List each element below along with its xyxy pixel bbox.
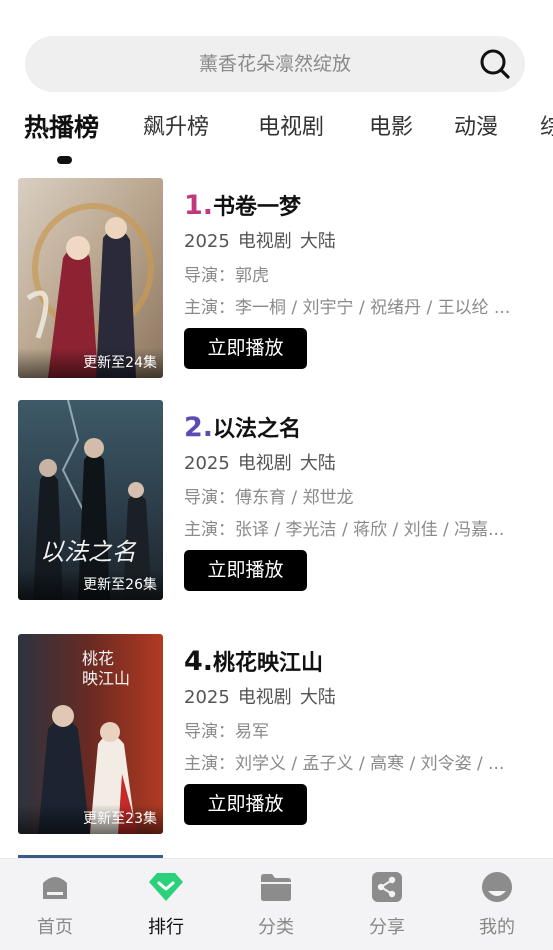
item-title: 以法之名 [213,417,302,442]
list-item[interactable]: 桃花 映江山 更新至23集 4.桃花映江山 2025 电视剧 大陆 导演：易军 主演… [0,634,553,836]
nav-share[interactable]: 分享 [342,871,432,939]
tab-rising[interactable]: 飙升榜 [143,108,209,148]
item-year: 2025 [184,687,230,708]
tab-variety[interactable]: 综 [540,108,553,148]
item-info: 1.书卷一梦 2025 电视剧 大陆 导演：郭虎 主演：李一桐 / 刘宇宁 / 祝绪… [184,190,534,369]
list-item[interactable]: 更新至24集 1.书卷一梦 2025 电视剧 大陆 导演：郭虎 主演：李一桐 / 刘… [0,178,553,380]
poster-image[interactable]: 桃花 映江山 更新至23集 [18,634,163,834]
nav-label: 分类 [258,917,294,938]
item-cast: 主演：李一桐 / 刘宇宁 / 祝绪丹 / 王以纶 ... [184,298,511,318]
item-director: 导演：易军 [184,722,269,742]
item-region: 大陆 [299,687,336,708]
svg-text:以法之名: 以法之名 [40,538,137,566]
poster-image[interactable]: 更新至24集 [18,178,163,378]
home-icon [43,877,67,899]
episode-badge: 更新至24集 [18,348,163,378]
nav-label: 首页 [37,917,73,938]
item-type: 电视剧 [237,231,292,252]
item-director: 导演：郭虎 [184,266,269,286]
item-cast: 主演：张译 / 李光洁 / 蒋欣 / 刘佳 / 冯嘉... [184,520,505,540]
item-year: 2025 [184,231,230,252]
tab-tv-series[interactable]: 电视剧 [258,108,324,148]
poster-image[interactable]: 以法之名 更新至26集 [18,400,163,600]
play-now-button[interactable]: 立即播放 [184,784,307,825]
svg-text:映江山: 映江山 [82,669,130,688]
share-icon [372,872,402,902]
item-title-line[interactable]: 1.书卷一梦 [184,190,534,222]
item-region: 大陆 [299,231,336,252]
nav-profile[interactable]: 我的 [452,871,542,939]
item-title: 书卷一梦 [213,195,302,220]
item-title-line[interactable]: 4.桃花映江山 [184,646,534,678]
category-tabs: 热播榜 飙升榜 电视剧 电影 动漫 综 [0,108,553,168]
episode-badge: 更新至26集 [18,570,163,600]
tab-movies[interactable]: 电影 [369,108,413,148]
item-title: 桃花映江山 [213,651,324,676]
nav-label: 分享 [369,917,405,938]
rank-number: 1. [184,190,214,221]
tab-anime[interactable]: 动漫 [454,108,498,148]
ranking-icon [149,873,183,901]
item-type: 电视剧 [237,687,292,708]
play-now-button[interactable]: 立即播放 [184,550,307,591]
profile-icon [482,872,512,902]
nav-label: 排行 [148,917,184,938]
rank-number: 4. [184,646,214,677]
item-info: 2.以法之名 2025 电视剧 大陆 导演：傅东育 / 郑世龙 主演：张译 / 李光… [184,412,534,591]
tab-hot[interactable]: 热播榜 [24,108,99,148]
item-info: 4.桃花映江山 2025 电视剧 大陆 导演：易军 主演：刘学义 / 孟子义 / 高… [184,646,534,825]
episode-badge: 更新至23集 [18,804,163,834]
nav-categories[interactable]: 分类 [231,871,321,939]
search-icon[interactable] [479,48,511,80]
search-bar[interactable]: 薰香花朵凛然绽放 [25,36,525,92]
item-cast: 主演：刘学义 / 孟子义 / 高寒 / 刘令姿 / ... [184,754,505,774]
folder-icon [261,874,291,901]
active-tab-indicator [57,156,72,164]
nav-home[interactable]: 首页 [10,871,100,939]
nav-ranking[interactable]: 排行 [121,871,211,939]
item-title-line[interactable]: 2.以法之名 [184,412,534,444]
bottom-nav: 首页 排行 分类 分享 我的 [0,858,553,950]
nav-label: 我的 [479,917,515,938]
svg-text:桃花: 桃花 [82,649,114,668]
item-meta: 2025 电视剧 大陆 [184,450,534,478]
play-now-button[interactable]: 立即播放 [184,328,307,369]
rank-number: 2. [184,412,214,443]
item-director: 导演：傅东育 / 郑世龙 [184,488,354,508]
list-item[interactable]: 以法之名 更新至26集 2.以法之名 2025 电视剧 大陆 导演：傅东育 / 郑世… [0,400,553,602]
item-year: 2025 [184,453,230,474]
item-type: 电视剧 [237,453,292,474]
item-meta: 2025 电视剧 大陆 [184,684,534,712]
search-placeholder: 薰香花朵凛然绽放 [198,53,351,75]
item-region: 大陆 [299,453,336,474]
item-meta: 2025 电视剧 大陆 [184,228,534,256]
